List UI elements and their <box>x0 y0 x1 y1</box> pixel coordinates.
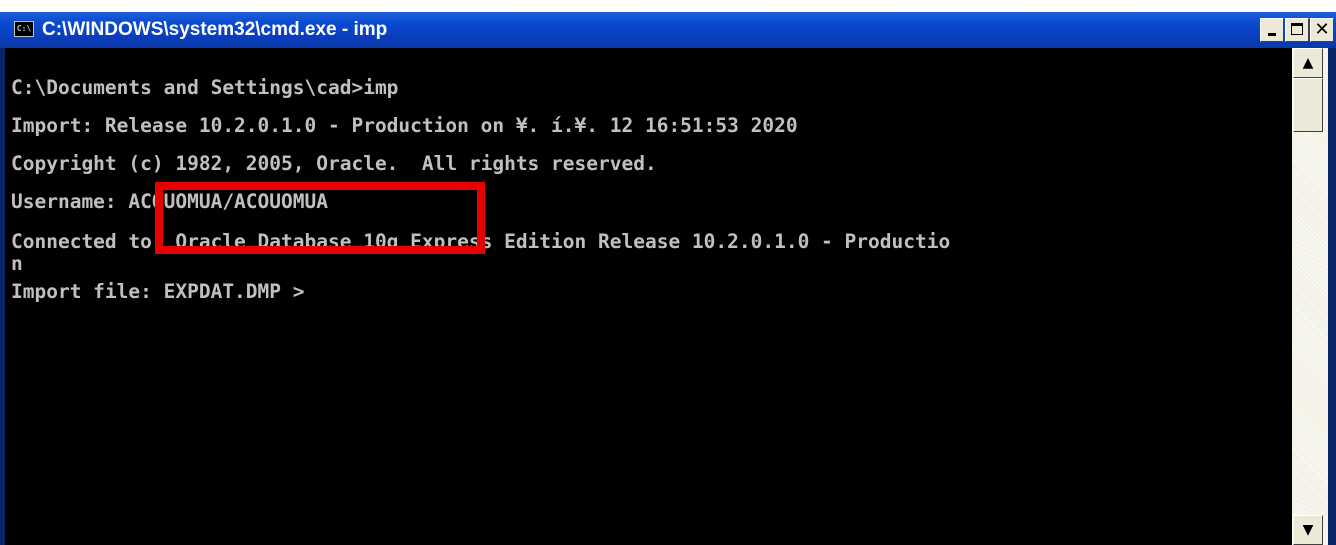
scroll-up-button[interactable]: ▲ <box>1293 48 1323 78</box>
console-line-copyright: Copyright (c) 1982, 2005, Oracle. All ri… <box>11 152 657 175</box>
console-line-import-release: Import: Release 10.2.0.1.0 - Production … <box>11 114 798 137</box>
arrow-up-icon: ▲ <box>1302 55 1314 71</box>
console-output[interactable]: C:\Documents and Settings\cad>imp Import… <box>5 48 1292 545</box>
scroll-down-button[interactable]: ▼ <box>1293 515 1323 545</box>
scroll-thumb[interactable] <box>1293 78 1323 132</box>
username-highlight-box <box>155 182 485 254</box>
arrow-down-icon: ▼ <box>1302 522 1314 538</box>
vertical-scrollbar[interactable]: ▲ ▼ <box>1292 48 1328 545</box>
console-line-prompt: C:\Documents and Settings\cad>imp <box>11 76 399 99</box>
console-line-import-file: Import file: EXPDAT.DMP > <box>11 280 305 303</box>
close-button[interactable]: ✕ <box>1310 18 1334 42</box>
minimize-icon <box>1268 33 1276 36</box>
cmd-window: C:\ C:\WINDOWS\system32\cmd.exe - imp ✕ … <box>0 12 1336 545</box>
minimize-button[interactable] <box>1260 18 1284 42</box>
cmd-app-icon[interactable]: C:\ <box>14 21 34 37</box>
maximize-icon <box>1291 23 1303 35</box>
title-bar[interactable]: C:\ C:\WINDOWS\system32\cmd.exe - imp ✕ <box>0 12 1336 48</box>
window-right-border <box>1328 48 1336 545</box>
console-line-connected-wrap: n <box>11 252 23 275</box>
window-title: C:\WINDOWS\system32\cmd.exe - imp <box>42 19 388 40</box>
close-icon: ✕ <box>1314 19 1330 40</box>
maximize-button[interactable] <box>1285 18 1309 42</box>
